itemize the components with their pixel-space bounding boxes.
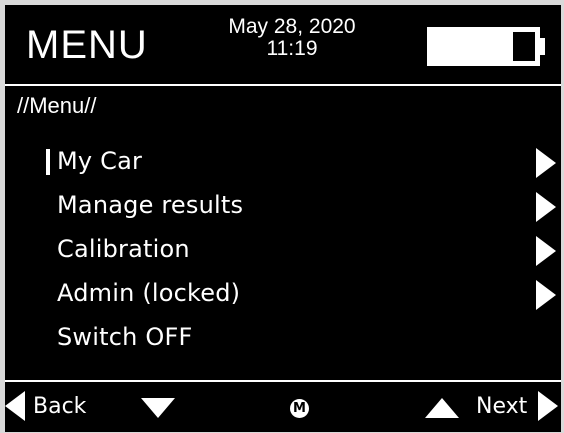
- page-title: MENU: [26, 23, 148, 67]
- menu-item-label: Manage results: [57, 191, 244, 219]
- device-screen: MENU May 28, 2020 11:19 //Menu// My Car …: [5, 5, 561, 432]
- next-arrow-icon[interactable]: [538, 391, 558, 421]
- chevron-right-icon: [536, 280, 556, 310]
- breadcrumb: //Menu//: [17, 93, 97, 118]
- chevron-right-icon: [536, 192, 556, 222]
- menu-item-switch-off[interactable]: Switch OFF: [5, 316, 561, 360]
- menu-item-calibration[interactable]: Calibration: [5, 228, 561, 272]
- next-button[interactable]: Next: [476, 395, 527, 419]
- menu-item-manage-results[interactable]: Manage results: [5, 184, 561, 228]
- menu-item-admin[interactable]: Admin (locked): [5, 272, 561, 316]
- menu-item-label: Admin (locked): [57, 279, 241, 307]
- header-divider: [5, 84, 561, 86]
- header: MENU May 28, 2020 11:19: [5, 5, 561, 84]
- date-text: May 28, 2020: [228, 15, 356, 38]
- menu-button[interactable]: M: [290, 399, 309, 418]
- battery-empty-segment: [517, 32, 535, 61]
- battery-icon: [427, 27, 545, 66]
- chevron-right-icon: [536, 236, 556, 266]
- back-arrow-icon[interactable]: [5, 391, 25, 421]
- menu-item-label: Calibration: [57, 235, 190, 263]
- datetime-display: May 28, 2020 11:19: [192, 16, 392, 60]
- down-arrow-icon[interactable]: [141, 398, 175, 418]
- back-button[interactable]: Back: [33, 395, 86, 419]
- chevron-right-icon: [536, 148, 556, 178]
- footer-softkeys: Back M Next: [5, 382, 561, 432]
- up-arrow-icon[interactable]: [425, 398, 459, 418]
- battery-tip: [540, 38, 545, 55]
- menu-list: My Car Manage results Calibration Admin …: [5, 140, 561, 360]
- menu-item-my-car[interactable]: My Car: [5, 140, 561, 184]
- time-text: 11:19: [266, 37, 318, 60]
- menu-item-label: My Car: [57, 147, 143, 175]
- selection-cursor: [46, 149, 50, 175]
- menu-item-label: Switch OFF: [57, 323, 193, 351]
